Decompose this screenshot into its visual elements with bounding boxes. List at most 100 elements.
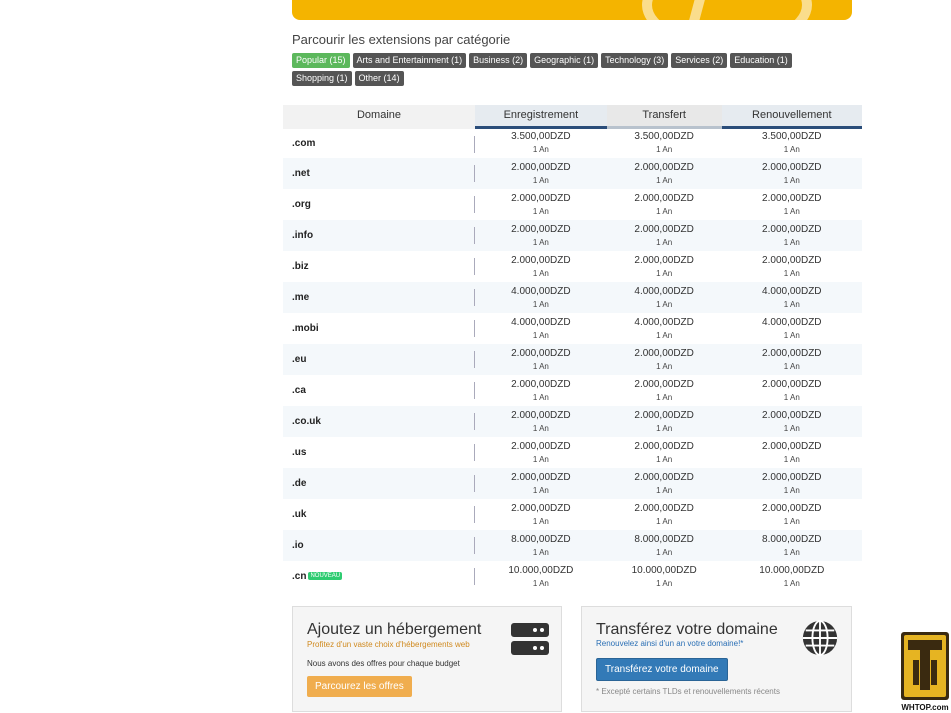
table-header-row: Domaine Enregistrement Transfert Renouve… bbox=[283, 105, 862, 129]
renew-price-cell: 4.000,00DZD 1 An bbox=[722, 313, 862, 344]
renew-price-cell: 2.000,00DZD 1 An bbox=[721, 220, 862, 251]
renew-price-cell: 2.000,00DZD 1 An bbox=[721, 468, 862, 499]
column-separator bbox=[474, 444, 475, 461]
transfer-price: 2.000,00DZD bbox=[634, 502, 694, 514]
category-filter-item[interactable]: Geographic (1) bbox=[530, 53, 599, 68]
column-separator bbox=[474, 382, 475, 399]
table-row: .cn NOUVEAU 10.000,00DZD 1 An 10.000,00DZD 1 … bbox=[283, 561, 862, 592]
tld-name-cell: .ca bbox=[283, 375, 475, 406]
tld-name: .io bbox=[292, 540, 304, 551]
transfer-price-cell: 2.000,00DZD 1 An bbox=[606, 158, 722, 189]
renew-price: 3.500,00DZD bbox=[762, 131, 822, 143]
transfer-price-cell: 4.000,00DZD 1 An bbox=[606, 282, 722, 313]
table-row: .uk 2.000,00DZD 1 An 2.000,00DZD 1 An 2.000,0… bbox=[283, 499, 862, 530]
category-filter-item[interactable]: Education (1) bbox=[730, 53, 792, 68]
renew-price: 2.000,00DZD bbox=[762, 378, 822, 390]
transfer-note: * Excepté certains TLDs et renouvellemen… bbox=[596, 687, 780, 696]
renew-price: 2.000,00DZD bbox=[762, 161, 822, 173]
register-price-cell: 3.500,00DZD 1 An bbox=[475, 127, 607, 158]
category-filter-item[interactable]: Arts and Entertainment (1) bbox=[352, 53, 467, 68]
renew-price-cell: 3.500,00DZD 1 An bbox=[722, 127, 862, 158]
renew-price: 2.000,00DZD bbox=[762, 440, 822, 452]
renew-price-cell: 2.000,00DZD 1 An bbox=[722, 437, 862, 468]
category-filter-item[interactable]: Shopping (1) bbox=[292, 71, 352, 86]
tld-name: .net bbox=[292, 168, 310, 179]
register-price-cell: 2.000,00DZD 1 An bbox=[475, 220, 607, 251]
category-filter-item[interactable]: Popular (15) bbox=[292, 53, 350, 68]
register-price: 2.000,00DZD bbox=[511, 440, 571, 452]
table-row: .com 3.500,00DZD 1 An 3.500,00DZD 1 An 3.500,… bbox=[283, 127, 862, 158]
transfer-price-cell: 3.500,00DZD 1 An bbox=[607, 127, 722, 158]
table-row: .eu 2.000,00DZD 1 An 2.000,00DZD 1 An 2.000,0… bbox=[283, 344, 862, 375]
table-row: .ca 2.000,00DZD 1 An 2.000,00DZD 1 An 2.000,0… bbox=[283, 375, 862, 406]
register-price: 4.000,00DZD bbox=[511, 285, 571, 297]
column-separator bbox=[474, 135, 475, 153]
register-term: 1 An bbox=[532, 578, 549, 588]
renew-term: 1 An bbox=[783, 268, 800, 278]
register-price-cell: 2.000,00DZD 1 An bbox=[475, 344, 607, 375]
register-term: 1 An bbox=[532, 299, 549, 309]
transfer-price-cell: 8.000,00DZD 1 An bbox=[606, 530, 722, 561]
register-price-cell: 2.000,00DZD 1 An bbox=[475, 406, 607, 437]
hosting-box: Ajoutez un hébergement Profitez d'un vas… bbox=[292, 606, 562, 712]
register-price-cell: 2.000,00DZD 1 An bbox=[475, 251, 607, 282]
renew-term: 1 An bbox=[783, 361, 800, 371]
transfer-term: 1 An bbox=[656, 485, 673, 495]
whtop-watermark-logo: WHTOP.com bbox=[901, 632, 949, 712]
transfer-price-cell: 10.000,00DZD 1 An bbox=[607, 561, 722, 592]
register-price: 10.000,00DZD bbox=[508, 564, 574, 576]
renew-price-cell: 2.000,00DZD 1 An bbox=[722, 499, 862, 530]
tld-name: .cn bbox=[292, 571, 307, 583]
top-banner bbox=[292, 0, 852, 20]
tld-name: .ca bbox=[292, 385, 306, 396]
category-filter-item[interactable]: Other (14) bbox=[354, 71, 404, 86]
transfer-term: 1 An bbox=[656, 175, 673, 185]
transfer-price-cell: 2.000,00DZD 1 An bbox=[606, 468, 722, 499]
column-separator bbox=[474, 413, 475, 430]
transfer-term: 1 An bbox=[656, 578, 673, 588]
renew-price-cell: 8.000,00DZD 1 An bbox=[721, 530, 862, 561]
column-separator bbox=[474, 351, 475, 368]
tld-name-cell: .net bbox=[283, 158, 475, 189]
renew-term: 1 An bbox=[783, 423, 800, 433]
server-unit-bottom bbox=[511, 641, 549, 655]
categories-title: Parcourir les extensions par catégorie bbox=[292, 32, 511, 47]
register-term: 1 An bbox=[532, 145, 549, 155]
transfer-price-cell: 4.000,00DZD 1 An bbox=[607, 313, 722, 344]
renew-term: 1 An bbox=[783, 454, 800, 464]
header-renew: Renouvellement bbox=[721, 105, 862, 129]
transfer-domain-button[interactable]: Transférez votre domaine bbox=[596, 658, 728, 681]
category-filter-item[interactable]: Technology (3) bbox=[601, 53, 669, 68]
register-price: 2.000,00DZD bbox=[511, 471, 571, 483]
header-transfer: Transfert bbox=[606, 105, 722, 129]
tld-name-cell: .info bbox=[283, 220, 475, 251]
browse-offers-button[interactable]: Parcourez les offres bbox=[307, 676, 412, 697]
renew-price: 2.000,00DZD bbox=[762, 409, 822, 421]
renew-term: 1 An bbox=[783, 485, 800, 495]
renew-term: 1 An bbox=[783, 578, 800, 588]
register-price: 2.000,00DZD bbox=[511, 409, 571, 421]
renew-term: 1 An bbox=[783, 145, 800, 155]
register-term: 1 An bbox=[532, 547, 549, 557]
tld-name: .co.uk bbox=[292, 416, 321, 427]
category-filter-item[interactable]: Business (2) bbox=[469, 53, 528, 68]
tld-name-cell: .io bbox=[283, 530, 475, 561]
hosting-subtitle: Profitez d'un vaste choix d'hébergements… bbox=[307, 640, 470, 649]
category-filter-item[interactable]: Services (2) bbox=[671, 53, 728, 68]
table-row: .org 2.000,00DZD 1 An 2.000,00DZD 1 An 2.000,… bbox=[283, 189, 862, 220]
register-price-cell: 8.000,00DZD 1 An bbox=[475, 530, 607, 561]
transfer-term: 1 An bbox=[656, 547, 673, 557]
renew-price: 4.000,00DZD bbox=[762, 285, 822, 297]
tld-name: .eu bbox=[292, 354, 307, 365]
register-term: 1 An bbox=[532, 237, 549, 247]
column-separator bbox=[474, 196, 475, 213]
table-row: .mobi 4.000,00DZD 1 An 4.000,00DZD 1 An 4.000… bbox=[283, 313, 862, 344]
register-price: 2.000,00DZD bbox=[511, 378, 571, 390]
transfer-title: Transférez votre domaine bbox=[596, 621, 778, 638]
new-badge: NOUVEAU bbox=[308, 571, 343, 580]
register-price-cell: 2.000,00DZD 1 An bbox=[475, 375, 607, 406]
tld-name: .me bbox=[292, 292, 310, 303]
transfer-price: 2.000,00DZD bbox=[634, 471, 694, 483]
transfer-term: 1 An bbox=[656, 454, 673, 464]
renew-term: 1 An bbox=[783, 330, 800, 340]
